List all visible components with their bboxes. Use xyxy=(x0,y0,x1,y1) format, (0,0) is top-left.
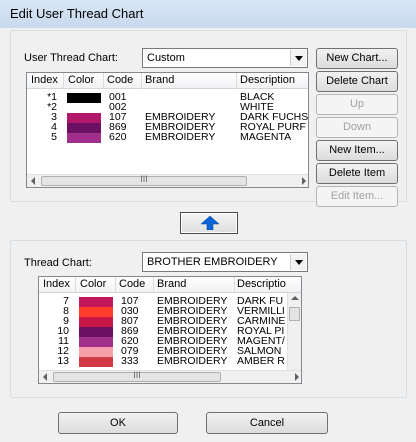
scroll-right-icon[interactable] xyxy=(302,177,306,185)
col-header-code[interactable]: Code xyxy=(107,74,133,86)
scroll-thumb-grip: III xyxy=(140,174,148,184)
column-divider[interactable] xyxy=(115,277,116,293)
list-item[interactable]: 13 333 EMBROIDERY AMBER R xyxy=(39,355,301,367)
color-swatch xyxy=(67,133,101,143)
title-bar[interactable]: Edit User Thread Chart xyxy=(0,0,416,28)
col-header-code[interactable]: Code xyxy=(119,278,145,290)
new-chart-button[interactable]: New Chart... xyxy=(316,48,398,69)
user-list-hscrollbar[interactable]: III xyxy=(27,174,308,187)
list-item[interactable]: 5 620 EMBROIDERY MAGENTA xyxy=(27,131,308,143)
user-chart-select[interactable]: Custom xyxy=(142,48,308,68)
column-divider[interactable] xyxy=(63,73,64,89)
ok-button[interactable]: OK xyxy=(58,412,178,434)
brand-thread-list[interactable]: Index Color Code Brand Descriptio 7 107 EM… xyxy=(38,276,302,384)
scroll-thumb[interactable]: III xyxy=(53,370,221,382)
user-thread-list[interactable]: Index Color Code Brand Description *1 001… xyxy=(26,72,309,188)
scroll-thumb[interactable]: III xyxy=(41,174,247,186)
column-divider[interactable] xyxy=(234,277,235,293)
down-button[interactable]: Down xyxy=(316,117,398,138)
scroll-left-icon[interactable] xyxy=(43,373,47,381)
thread-chart-select[interactable]: BROTHER EMBROIDERY xyxy=(142,252,308,272)
col-header-color[interactable]: Color xyxy=(80,278,106,290)
col-header-brand[interactable]: Brand xyxy=(157,278,186,290)
row-index: 13 xyxy=(57,355,69,367)
user-chart-select-value: Custom xyxy=(147,52,185,64)
color-swatch xyxy=(79,327,113,337)
color-swatch xyxy=(67,123,101,133)
thread-chart-select-value: BROTHER EMBROIDERY xyxy=(147,256,278,268)
thread-chart-label: Thread Chart: xyxy=(24,257,92,269)
row-brand: EMBROIDERY xyxy=(157,355,228,367)
col-header-description[interactable]: Descriptio xyxy=(237,278,286,290)
user-chart-label: User Thread Chart: xyxy=(24,52,118,64)
column-divider[interactable] xyxy=(236,73,237,89)
delete-item-button[interactable]: Delete Item xyxy=(316,163,398,184)
row-code: 333 xyxy=(121,355,139,367)
new-item-button[interactable]: New Item... xyxy=(316,140,398,161)
scroll-left-icon[interactable] xyxy=(31,177,35,185)
color-swatch xyxy=(79,317,113,327)
scroll-thumb-grip: III xyxy=(133,370,141,380)
row-description: MAGENTA xyxy=(240,132,292,143)
row-description: AMBER R xyxy=(237,356,285,367)
color-swatch xyxy=(67,93,101,103)
edit-item-button[interactable]: Edit Item... xyxy=(316,186,398,207)
row-brand: EMBROIDERY xyxy=(145,131,216,143)
color-swatch xyxy=(67,103,101,113)
color-swatch xyxy=(79,337,113,347)
color-swatch xyxy=(79,297,113,307)
color-swatch xyxy=(79,307,113,317)
user-list-header: Index Color Code Brand Description xyxy=(27,73,308,89)
thread-list-vscrollbar[interactable] xyxy=(287,293,301,371)
dialog-client-area: User Thread Chart: Custom Index Color Co… xyxy=(10,30,407,437)
col-header-color[interactable]: Color xyxy=(68,74,94,86)
thread-list-hscrollbar[interactable]: III xyxy=(39,370,301,383)
column-divider[interactable] xyxy=(103,73,104,89)
cancel-button[interactable]: Cancel xyxy=(206,412,328,434)
up-arrow-icon xyxy=(201,216,219,230)
column-divider[interactable] xyxy=(75,277,76,293)
color-swatch xyxy=(79,347,113,357)
thread-list-header: Index Color Code Brand Descriptio xyxy=(39,277,301,293)
column-divider[interactable] xyxy=(153,277,154,293)
col-header-brand[interactable]: Brand xyxy=(145,74,174,86)
col-header-index[interactable]: Index xyxy=(43,278,70,290)
scroll-thumb[interactable] xyxy=(289,307,300,321)
col-header-index[interactable]: Index xyxy=(31,74,58,86)
transfer-up-button[interactable] xyxy=(180,212,238,234)
col-header-description[interactable]: Description xyxy=(240,74,295,86)
chevron-down-icon[interactable] xyxy=(290,50,306,66)
row-code: 620 xyxy=(109,131,127,143)
delete-chart-button[interactable]: Delete Chart xyxy=(316,71,398,92)
scroll-right-icon[interactable] xyxy=(295,373,299,381)
scroll-up-icon[interactable] xyxy=(291,296,299,300)
column-divider[interactable] xyxy=(141,73,142,89)
chevron-down-icon[interactable] xyxy=(290,254,306,270)
color-swatch xyxy=(79,357,113,367)
dialog-window: Edit User Thread Chart User Thread Chart… xyxy=(0,0,416,442)
color-swatch xyxy=(67,113,101,123)
up-button[interactable]: Up xyxy=(316,94,398,115)
window-title: Edit User Thread Chart xyxy=(10,6,144,21)
row-index: 5 xyxy=(51,131,57,143)
